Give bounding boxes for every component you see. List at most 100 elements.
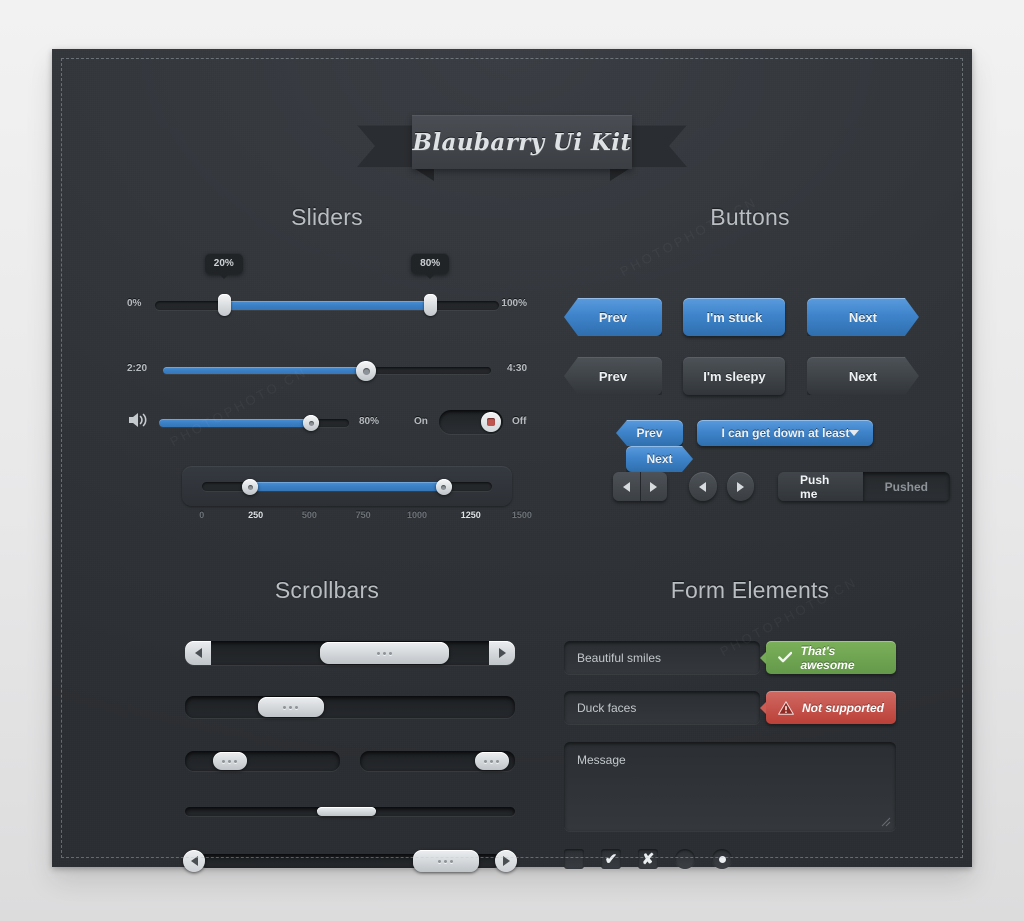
range-bubble-high: 80% xyxy=(411,253,450,279)
scrollbar-full-thumb[interactable] xyxy=(320,642,449,664)
scrollbar-half-right-thumb[interactable] xyxy=(474,752,509,770)
stepped-fill xyxy=(250,482,444,491)
page-background: Blaubarry Ui Kit Sliders 0% 100% 20% 80% xyxy=(0,0,1024,921)
grip-dot xyxy=(377,651,381,655)
grip-dot xyxy=(389,651,393,655)
next-button-small[interactable]: Next xyxy=(626,446,693,472)
scrollbar-left-arrow-button[interactable] xyxy=(185,641,211,665)
scrollbar-round-left-button[interactable] xyxy=(183,850,205,872)
check-icon xyxy=(778,651,793,663)
input-beautiful-smiles[interactable]: Beautiful smiles xyxy=(564,641,760,674)
toggle-off-label: Off xyxy=(512,416,527,427)
tick-1500: 1500 xyxy=(511,510,532,520)
form-heading: Form Elements xyxy=(670,577,830,603)
toggle-on-label: On xyxy=(414,416,428,427)
button-row-dark: Prev I'm sleepy Next xyxy=(564,357,919,395)
scrollbar-right-arrow-button[interactable] xyxy=(489,641,515,665)
segmented-next-button[interactable] xyxy=(639,472,668,501)
round-prev-button[interactable] xyxy=(689,472,717,501)
scrollbar-plain-track[interactable] xyxy=(185,696,515,718)
round-next-button[interactable] xyxy=(726,472,755,501)
scrollbar-thin-thumb[interactable] xyxy=(317,807,377,816)
segmented-prev-button[interactable] xyxy=(613,472,640,501)
message-placeholder: Message xyxy=(577,753,626,767)
scrollbar-plain-thumb[interactable] xyxy=(257,697,324,717)
checkbox-cross[interactable]: ✘ xyxy=(638,849,658,869)
ribbon-fold-right xyxy=(610,167,632,181)
next-button-blue[interactable]: Next xyxy=(807,298,919,336)
radio-dot xyxy=(718,855,726,863)
right-column: Buttons Prev I'm stuck Next Prev I'm sle… xyxy=(550,204,950,869)
range-max-label: 100% xyxy=(501,298,527,309)
sliders-heading: Sliders xyxy=(291,204,363,230)
scrollbar-full[interactable] xyxy=(185,641,515,665)
scrollbar-half-left[interactable] xyxy=(185,751,340,771)
pushed-button[interactable]: Pushed xyxy=(862,472,950,501)
left-column: Sliders 0% 100% 20% 80% 2:20 4:30 80% On… xyxy=(127,204,532,872)
sleepy-button[interactable]: I'm sleepy xyxy=(683,357,786,395)
push-toggle-group: Push me Pushed xyxy=(778,472,950,501)
chevron-down-icon xyxy=(849,430,860,436)
grip-dot xyxy=(484,759,488,763)
message-textarea[interactable]: Message xyxy=(564,742,896,831)
scrollbar-round-arrows[interactable] xyxy=(183,850,517,872)
range-handle-high[interactable] xyxy=(424,294,438,316)
stepped-handle-low[interactable] xyxy=(242,479,259,495)
prev-button-small[interactable]: Prev xyxy=(616,420,683,446)
scrollbar-thin[interactable] xyxy=(185,807,515,816)
scrollbar-half-left-track[interactable] xyxy=(185,751,340,771)
stepped-handle-high[interactable] xyxy=(435,479,452,495)
grip-dot xyxy=(295,705,299,709)
tick-1000: 1000 xyxy=(406,510,427,520)
button-row-blue: Prev I'm stuck Next xyxy=(564,298,919,336)
range-slider[interactable]: 0% 100% 20% 80% xyxy=(127,253,527,316)
ribbon-body: Blaubarry Ui Kit xyxy=(412,115,632,169)
dropdown-label: I can get down at least xyxy=(721,426,850,440)
checkbox-empty[interactable] xyxy=(564,849,584,869)
range-handle-low[interactable] xyxy=(217,294,231,316)
arrow-left-icon xyxy=(194,648,202,658)
time-slider[interactable]: 2:20 4:30 xyxy=(127,361,527,381)
volume-handle[interactable] xyxy=(303,415,319,431)
time-handle[interactable] xyxy=(356,361,377,381)
scrollbar-plain[interactable] xyxy=(185,696,515,718)
input-duck-faces[interactable]: Duck faces xyxy=(564,691,760,724)
tick-0: 0 xyxy=(199,510,205,520)
button-row-small: Prev I can get down at least Next xyxy=(616,420,950,472)
warning-triangle-icon xyxy=(778,700,794,715)
arrow-left-icon xyxy=(699,481,707,492)
radio-empty[interactable] xyxy=(675,849,695,869)
form-controls-row: ✔ ✘ xyxy=(564,849,732,869)
speaker-icon xyxy=(129,413,147,427)
dropdown-button[interactable]: I can get down at least xyxy=(697,420,874,446)
prev-button-dark[interactable]: Prev xyxy=(564,357,662,395)
success-badge-label: That's awesome xyxy=(800,643,855,672)
next-button-dark[interactable]: Next xyxy=(807,357,919,395)
buttons-heading: Buttons xyxy=(710,204,790,230)
grip-dot xyxy=(283,705,287,709)
scrollbar-round-right-button[interactable] xyxy=(495,850,517,872)
tick-500: 500 xyxy=(301,510,317,520)
stuck-button[interactable]: I'm stuck xyxy=(683,298,786,336)
ui-kit-panel: Blaubarry Ui Kit Sliders 0% 100% 20% 80% xyxy=(52,49,972,872)
arrow-left-icon xyxy=(190,856,198,866)
time-end-label: 4:30 xyxy=(506,363,527,374)
segmented-arrow-group xyxy=(613,472,668,501)
resize-grip-icon[interactable] xyxy=(880,816,891,827)
error-badge-label: Not supported xyxy=(802,700,884,715)
checkbox-checked[interactable]: ✔ xyxy=(601,849,621,869)
grip-dot xyxy=(438,859,442,863)
tick-1250: 1250 xyxy=(460,510,481,520)
on-off-toggle[interactable] xyxy=(439,410,503,434)
scrollbar-half-left-thumb[interactable] xyxy=(212,752,247,770)
radio-selected[interactable] xyxy=(712,849,732,869)
grip-dot xyxy=(444,859,448,863)
stepped-range-slider[interactable] xyxy=(182,466,512,506)
toggle-knob[interactable] xyxy=(481,412,501,432)
ribbon-fold-left xyxy=(412,167,434,181)
push-me-button[interactable]: Push me xyxy=(778,472,863,501)
arrow-left-icon xyxy=(622,481,630,492)
prev-button-blue[interactable]: Prev xyxy=(564,298,662,336)
scrollbar-round-thumb[interactable] xyxy=(412,850,479,872)
scrollbar-half-right[interactable] xyxy=(360,751,515,771)
